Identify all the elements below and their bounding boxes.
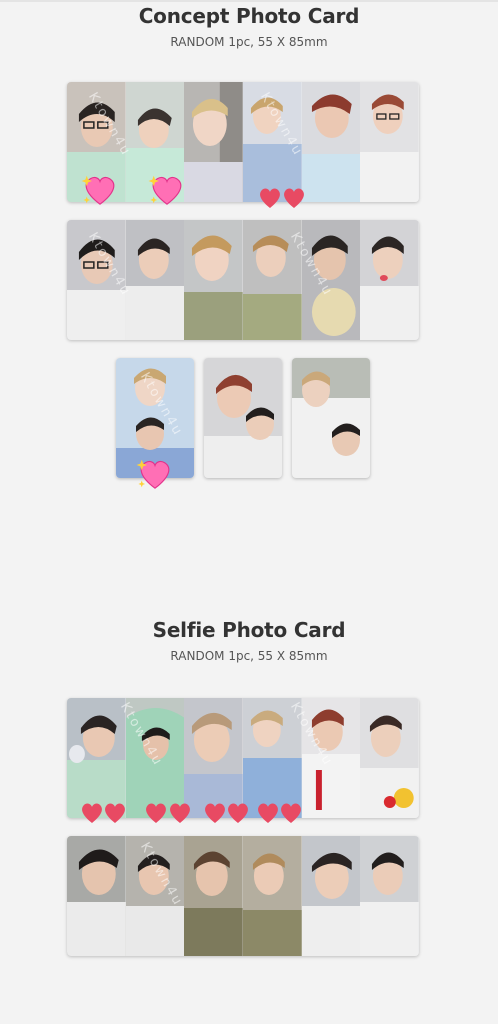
photo-card[interactable] [360, 836, 419, 956]
photo-card[interactable] [125, 220, 185, 340]
heart-sticker [203, 802, 227, 824]
top-divider [0, 0, 498, 2]
photo-card[interactable] [301, 82, 361, 202]
photo-card[interactable] [67, 220, 126, 340]
heart-sticker [256, 802, 280, 824]
photo-card[interactable] [301, 698, 361, 818]
heart-sticker [226, 802, 250, 824]
photo-card[interactable] [125, 698, 185, 818]
photo-card[interactable] [360, 220, 419, 340]
heart-sticker [144, 802, 168, 824]
photo-card[interactable] [125, 836, 185, 956]
heart-sticker [80, 802, 104, 824]
photo-card[interactable] [243, 698, 302, 818]
concept-card-row-1 [67, 82, 419, 202]
selfie-section-subtitle: RANDOM 1pc, 55 X 85mm [170, 649, 328, 663]
photo-card[interactable] [184, 82, 244, 202]
heart-sticker [258, 187, 282, 209]
concept-section-subtitle: RANDOM 1pc, 55 X 85mm [170, 35, 328, 49]
sparkle-heart-sticker [81, 172, 119, 208]
heart-sticker [168, 802, 192, 824]
photo-card[interactable] [184, 698, 244, 818]
heart-sticker [282, 187, 306, 209]
photo-card[interactable] [184, 220, 244, 340]
sparkle-heart-sticker [136, 456, 174, 492]
photo-card[interactable] [360, 698, 419, 818]
selfie-card-row-1 [67, 698, 419, 818]
photo-card[interactable] [243, 836, 302, 956]
photo-card[interactable] [292, 358, 370, 478]
sparkle-heart-sticker [148, 172, 186, 208]
selfie-card-row-2 [67, 836, 419, 956]
photo-card[interactable] [301, 836, 361, 956]
selfie-section-title: Selfie Photo Card [152, 618, 346, 642]
concept-section-title: Concept Photo Card [138, 4, 360, 28]
concept-card-row-2 [67, 220, 419, 340]
photo-card[interactable] [184, 836, 244, 956]
photo-card[interactable] [360, 82, 419, 202]
photo-card[interactable] [243, 82, 302, 202]
heart-sticker [279, 802, 303, 824]
photo-card[interactable] [67, 698, 126, 818]
photo-card[interactable] [67, 836, 126, 956]
heart-sticker [103, 802, 127, 824]
photo-card[interactable] [204, 358, 282, 478]
photo-card[interactable] [301, 220, 361, 340]
photo-card[interactable] [243, 220, 302, 340]
